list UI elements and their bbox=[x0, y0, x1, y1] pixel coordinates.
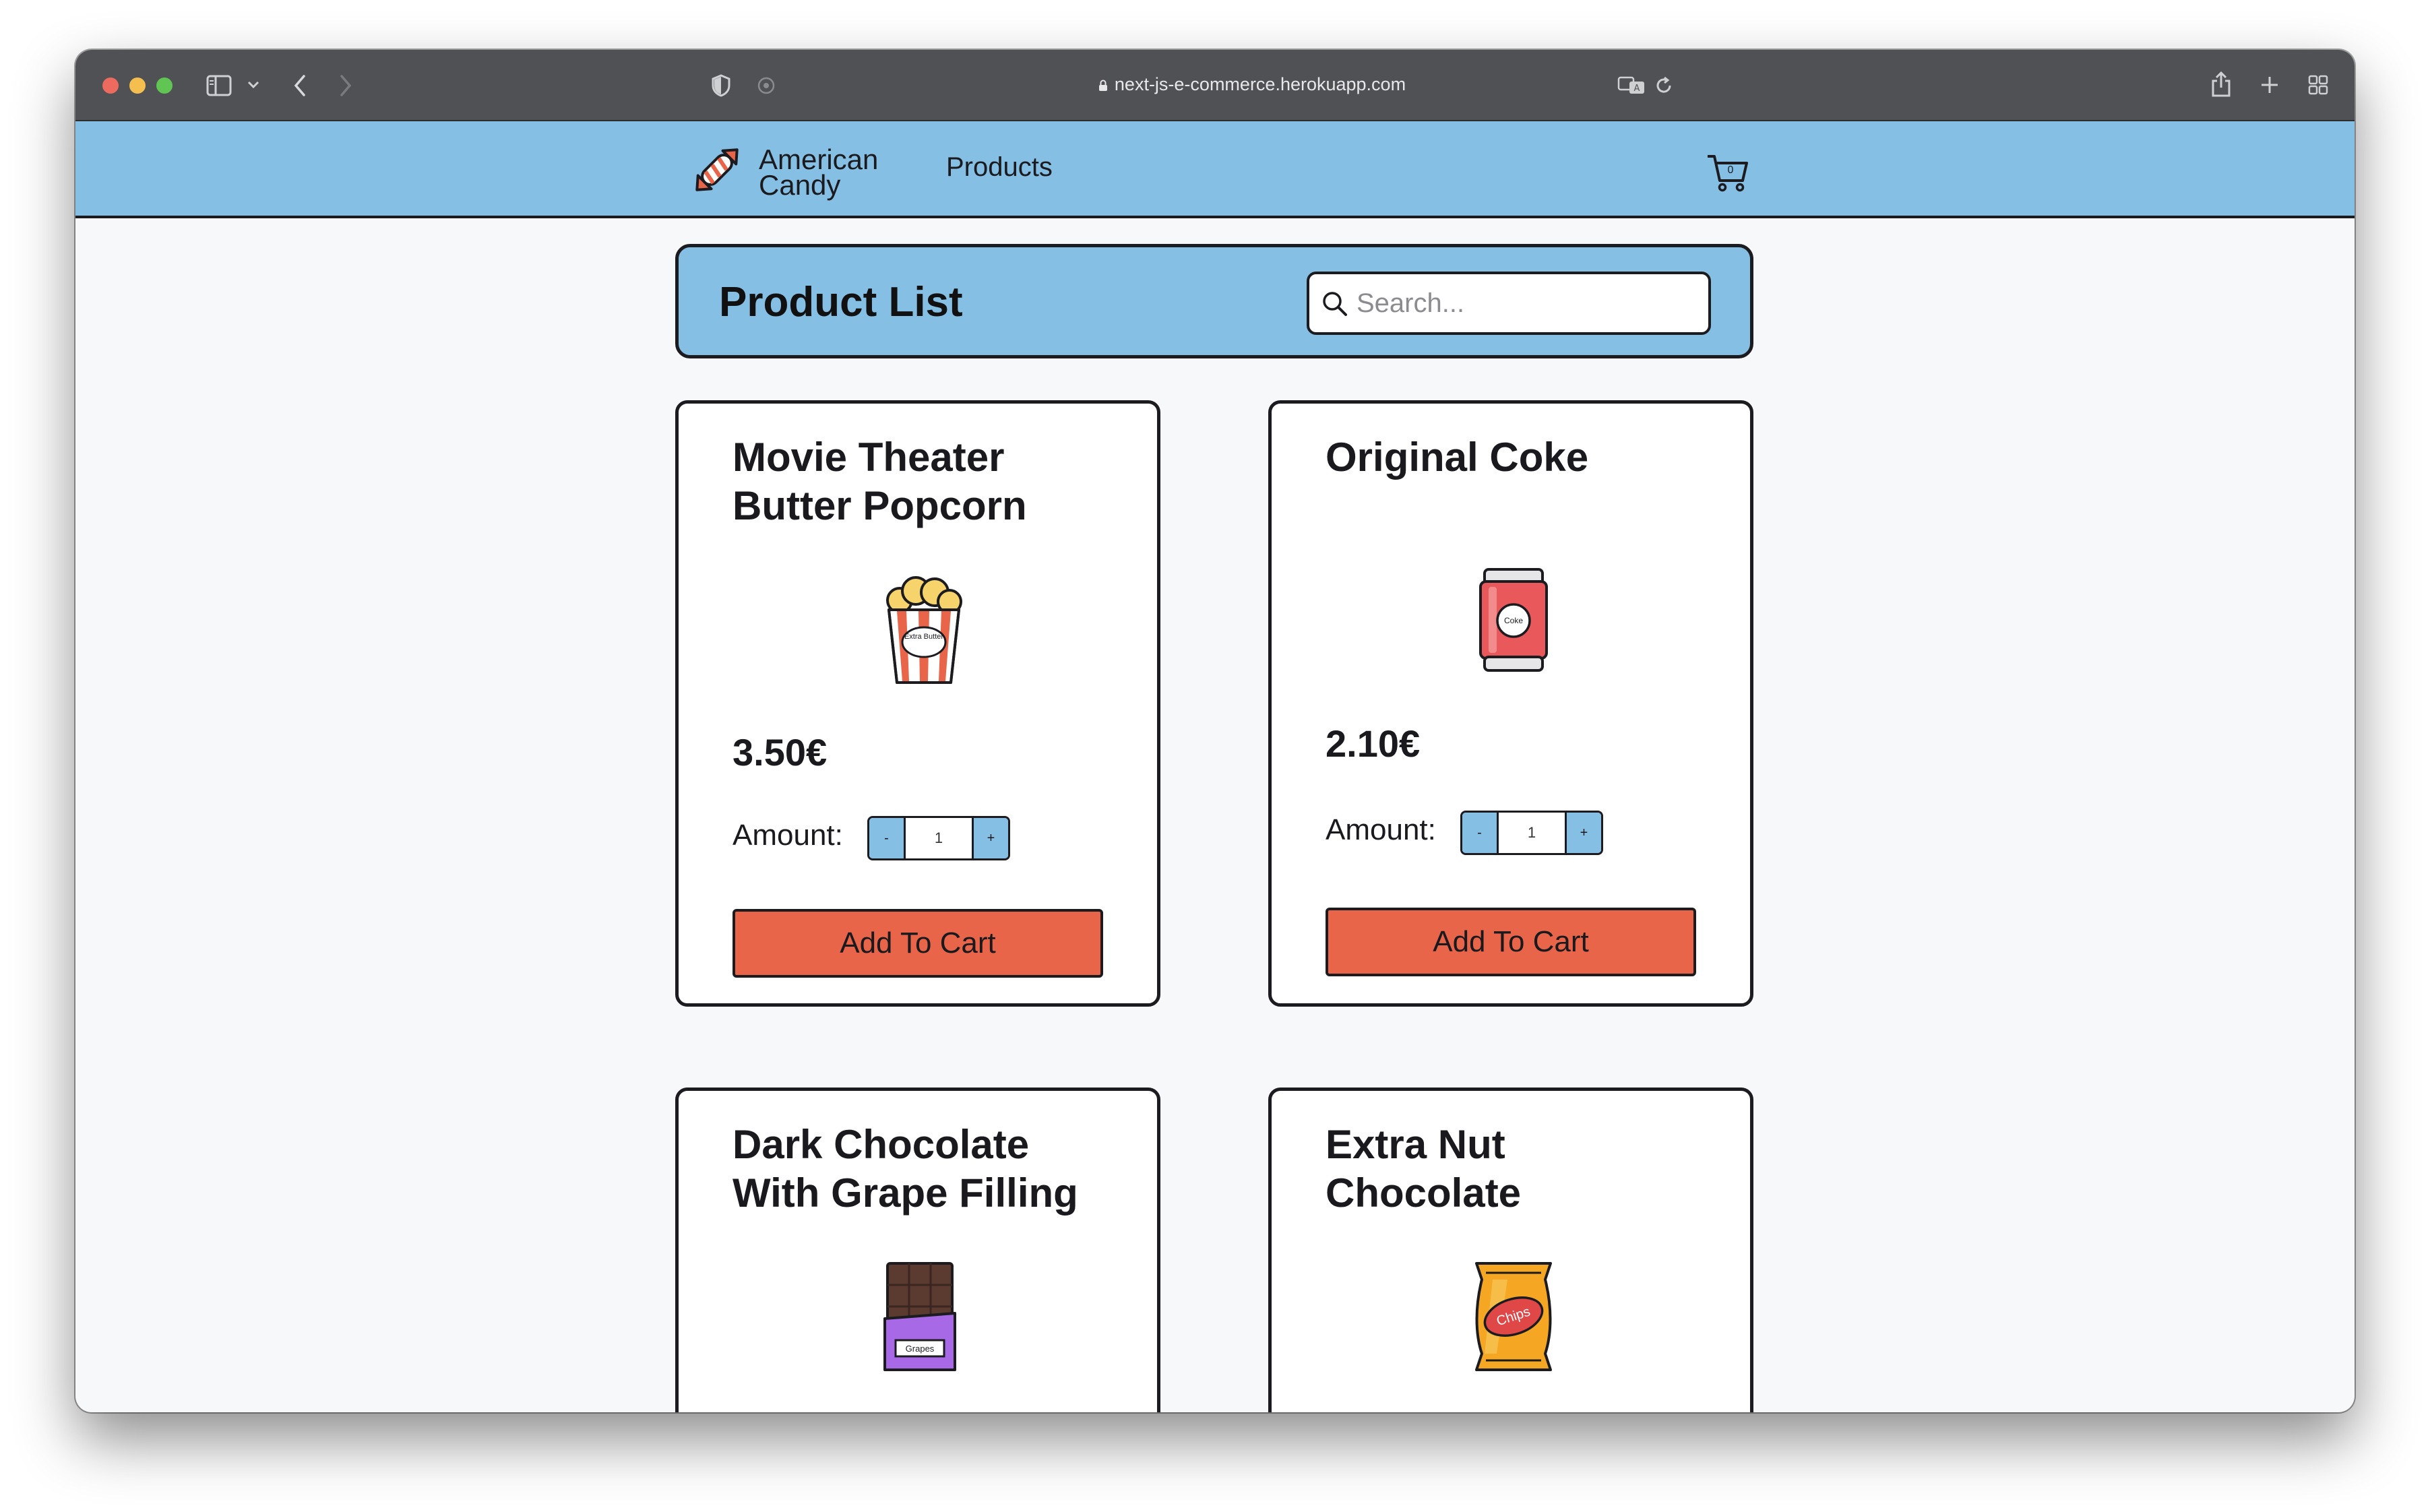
add-to-cart-button[interactable]: Add To Cart bbox=[1326, 908, 1696, 976]
popcorn-icon: Extra Butter bbox=[883, 572, 964, 687]
decrease-quantity-button[interactable]: - bbox=[1462, 813, 1499, 853]
lock-icon bbox=[1098, 75, 1108, 91]
nav-products-link[interactable]: Products bbox=[946, 152, 1053, 183]
product-list-header: Product List bbox=[675, 244, 1753, 358]
tab-overview-icon[interactable] bbox=[2306, 73, 2330, 97]
chocolate-bar-icon: Grapes bbox=[881, 1259, 959, 1374]
page-title: Product List bbox=[719, 279, 963, 325]
url-text: next-js-e-commerce.herokuapp.com bbox=[1114, 74, 1406, 94]
product-card: Dark Chocolate With Grape Filling Grapes bbox=[675, 1088, 1160, 1412]
add-to-cart-button[interactable]: Add To Cart bbox=[733, 909, 1103, 978]
search-input[interactable] bbox=[1357, 281, 1700, 325]
quantity-input[interactable] bbox=[906, 818, 972, 858]
product-title-line: Extra Nut bbox=[1326, 1122, 1505, 1167]
product-title: Original Coke bbox=[1326, 433, 1730, 482]
forward-icon[interactable] bbox=[336, 71, 356, 100]
product-title-line: Chocolate bbox=[1326, 1170, 1522, 1216]
amount-label: Amount: bbox=[733, 819, 843, 852]
candy-logo-icon bbox=[683, 136, 751, 203]
minimize-window-button[interactable] bbox=[129, 77, 146, 94]
quantity-input[interactable] bbox=[1499, 813, 1565, 853]
brand-name-line2: Candy bbox=[759, 169, 841, 201]
browser-toolbar: next-js-e-commerce.herokuapp.com A bbox=[75, 50, 2355, 121]
chips-bag-icon: Chips bbox=[1470, 1259, 1557, 1374]
increase-quantity-button[interactable]: + bbox=[1565, 813, 1601, 853]
product-title-line: Movie Theater bbox=[733, 435, 1005, 480]
product-title-line: Dark Chocolate bbox=[733, 1122, 1030, 1167]
reload-icon[interactable] bbox=[1652, 74, 1675, 97]
product-title: Extra Nut Chocolate bbox=[1326, 1121, 1730, 1218]
close-window-button[interactable] bbox=[102, 77, 119, 94]
product-price: 2.10€ bbox=[1326, 722, 1421, 765]
address-bar[interactable]: next-js-e-commerce.herokuapp.com bbox=[753, 65, 1751, 106]
translate-icon[interactable]: A bbox=[1616, 74, 1647, 97]
back-icon[interactable] bbox=[290, 71, 310, 100]
product-title: Movie Theater Butter Popcorn bbox=[733, 433, 1137, 530]
share-icon[interactable] bbox=[2209, 69, 2233, 100]
increase-quantity-button[interactable]: + bbox=[972, 818, 1008, 858]
decrease-quantity-button[interactable]: - bbox=[869, 818, 906, 858]
product-card: Movie Theater Butter Popcorn Extra Butte… bbox=[675, 400, 1160, 1007]
product-title-line: Butter Popcorn bbox=[733, 483, 1027, 528]
site-header: American Candy Products 0 bbox=[75, 121, 2355, 218]
grapes-label: Grapes bbox=[905, 1344, 935, 1354]
product-title-line: Original Coke bbox=[1326, 435, 1589, 480]
quantity-stepper: - + bbox=[1460, 811, 1603, 855]
amount-label: Amount: bbox=[1326, 813, 1436, 846]
brand-link[interactable]: American Candy bbox=[683, 132, 885, 206]
product-card: Original Coke Coke 2.10€ Amount: - + Add… bbox=[1268, 400, 1753, 1007]
product-price: 3.50€ bbox=[733, 731, 828, 774]
browser-window: next-js-e-commerce.herokuapp.com A Ameri… bbox=[75, 50, 2355, 1412]
cart-count: 0 bbox=[1727, 164, 1734, 176]
popcorn-label: Extra Butter bbox=[904, 633, 944, 641]
search-icon bbox=[1320, 289, 1350, 319]
product-title-line: With Grape Filling bbox=[733, 1170, 1078, 1216]
soda-can-icon: Coke bbox=[1476, 564, 1551, 675]
product-title: Dark Chocolate With Grape Filling bbox=[733, 1121, 1137, 1218]
svg-text:A: A bbox=[1634, 84, 1640, 94]
new-tab-icon[interactable] bbox=[2257, 73, 2282, 97]
chevron-down-icon[interactable] bbox=[245, 78, 261, 92]
quantity-stepper: - + bbox=[867, 816, 1010, 860]
search-box bbox=[1307, 272, 1711, 335]
sidebar-icon[interactable] bbox=[205, 73, 233, 98]
product-card: Extra Nut Chocolate Chips bbox=[1268, 1088, 1753, 1412]
cart-button[interactable]: 0 bbox=[1705, 148, 1752, 195]
coke-label: Coke bbox=[1503, 616, 1523, 625]
shield-icon[interactable] bbox=[709, 73, 733, 98]
zoom-window-button[interactable] bbox=[156, 77, 173, 94]
